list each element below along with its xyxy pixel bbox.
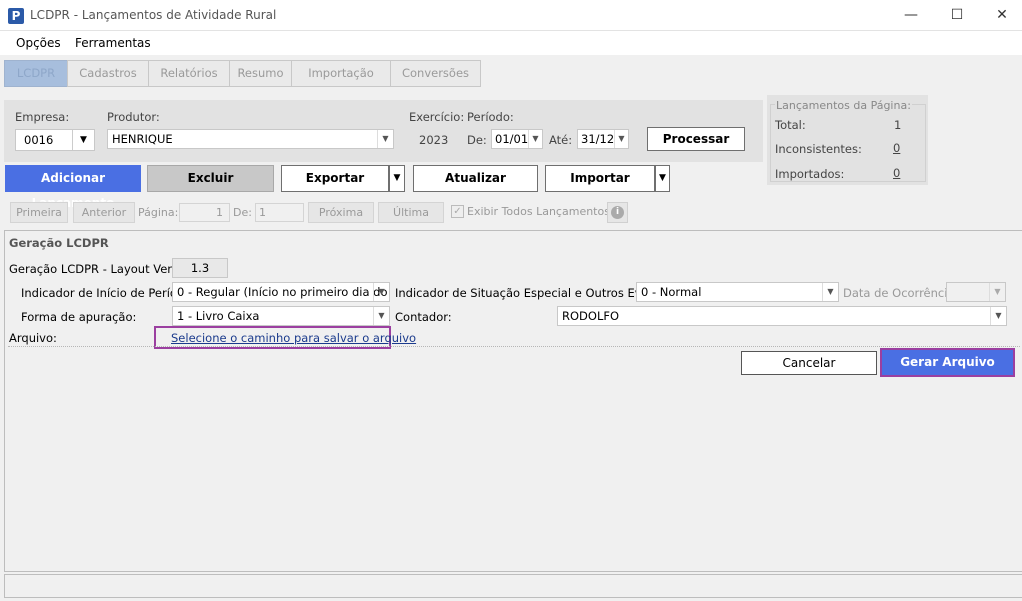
- indicador-situacao-select[interactable]: 0 - Normal ▼: [636, 282, 839, 302]
- versao-label: Geração LCDPR - Layout Versão:: [9, 262, 196, 276]
- tab-relatorios[interactable]: Relatórios: [148, 60, 230, 87]
- stats-total-value: 1: [894, 118, 902, 132]
- versao-field: 1.3: [172, 258, 228, 278]
- produtor-value: HENRIQUE: [112, 132, 173, 146]
- ate-date-value: 31/12: [581, 132, 615, 146]
- atualizar-button[interactable]: Atualizar: [413, 165, 538, 192]
- contador-select[interactable]: RODOLFO ▼: [557, 306, 1007, 326]
- importar-button[interactable]: Importar: [545, 165, 655, 192]
- forma-apuracao-value: 1 - Livro Caixa: [177, 309, 260, 323]
- exercicio-value: 2023: [419, 133, 449, 147]
- indicador-situacao-label: Indicador de Situação Especial e Outros …: [395, 286, 678, 300]
- indicador-situacao-value: 0 - Normal: [641, 285, 702, 299]
- empresa-value: 0016: [24, 133, 54, 147]
- empresa-dropdown-icon[interactable]: ▼: [72, 130, 94, 150]
- cancelar-button[interactable]: Cancelar: [741, 351, 877, 375]
- exibir-todos-label: Exibir Todos Lançamentos: [467, 205, 610, 218]
- menu-bar: [0, 31, 1022, 55]
- de-date-select[interactable]: 01/01 ▼: [491, 129, 543, 149]
- window-title: LCDPR - Lançamentos de Atividade Rural: [30, 8, 277, 22]
- adicionar-lancamento-button[interactable]: Adicionar Lançamento: [5, 165, 141, 210]
- info-icon: i: [611, 206, 624, 219]
- ate-label: Até:: [549, 133, 573, 147]
- geracao-header: Geração LCDPR: [9, 236, 109, 250]
- excluir-button[interactable]: Excluir: [147, 165, 274, 192]
- tab-lcdpr[interactable]: LCDPR: [4, 60, 68, 87]
- pagina-label: Página:: [138, 206, 179, 219]
- arquivo-label: Arquivo:: [9, 331, 57, 345]
- stats-inconsistentes-link[interactable]: 0: [893, 141, 900, 155]
- importar-dropdown-icon[interactable]: ▼: [655, 165, 670, 192]
- forma-apuracao-select[interactable]: 1 - Livro Caixa ▼: [172, 306, 390, 326]
- tab-importacao[interactable]: Importação: [291, 60, 391, 87]
- exibir-todos-checkbox[interactable]: ✓: [451, 205, 464, 218]
- geracao-panel: [4, 230, 1022, 572]
- de-pagina-label: De:: [233, 206, 252, 219]
- anterior-button[interactable]: Anterior: [73, 202, 135, 223]
- menu-opcoes[interactable]: Opções: [16, 36, 61, 50]
- empresa-label: Empresa:: [15, 110, 70, 124]
- contador-dropdown-icon[interactable]: ▼: [990, 307, 1006, 325]
- produtor-dropdown-icon[interactable]: ▼: [377, 130, 393, 148]
- de-pagina-field: 1: [255, 203, 304, 222]
- primeira-button[interactable]: Primeira: [10, 202, 68, 223]
- minimize-button[interactable]: —: [888, 0, 934, 31]
- ate-date-select[interactable]: 31/12 ▼: [577, 129, 629, 149]
- exportar-button[interactable]: Exportar: [281, 165, 389, 192]
- stats-importados-link[interactable]: 0: [893, 166, 900, 180]
- tab-conversoes[interactable]: Conversões: [390, 60, 481, 87]
- data-ocorrencia-label: Data de Ocorrência:: [843, 286, 959, 300]
- processar-button[interactable]: Processar: [647, 127, 745, 151]
- pagina-field[interactable]: 1: [179, 203, 230, 222]
- data-ocorrencia-dropdown-icon[interactable]: ▼: [989, 283, 1005, 301]
- indicador-inicio-select[interactable]: 0 - Regular (Início no primeiro dia do a…: [172, 282, 390, 317]
- tab-resumo[interactable]: Resumo: [229, 60, 292, 87]
- empresa-select[interactable]: 0016 ▼: [15, 129, 95, 151]
- stats-total-label: Total:: [775, 118, 806, 132]
- status-bar: [4, 574, 1022, 598]
- forma-apuracao-label: Forma de apuração:: [21, 310, 137, 324]
- info-button[interactable]: i: [607, 202, 628, 223]
- stats-inconsistentes-label: Inconsistentes:: [775, 142, 862, 156]
- ate-dropdown-icon[interactable]: ▼: [614, 130, 628, 148]
- app-logo-icon: P: [8, 8, 24, 24]
- tab-cadastros[interactable]: Cadastros: [67, 60, 149, 87]
- proxima-button[interactable]: Próxima: [308, 202, 374, 223]
- periodo-label: Período:: [467, 110, 514, 124]
- arquivo-path-link[interactable]: Selecione o caminho para salvar o arquiv…: [171, 331, 416, 345]
- close-button[interactable]: ✕: [979, 0, 1022, 31]
- ultima-button[interactable]: Última: [378, 202, 444, 223]
- arquivo-divider: [8, 346, 1020, 347]
- produtor-select[interactable]: HENRIQUE ▼: [107, 129, 394, 149]
- maximize-button[interactable]: ☐: [934, 0, 980, 31]
- gerar-arquivo-button[interactable]: Gerar Arquivo: [882, 350, 1013, 375]
- stats-title: Lançamentos da Página:: [775, 99, 912, 112]
- contador-value: RODOLFO: [562, 309, 620, 323]
- de-date-value: 01/01: [495, 132, 529, 146]
- stats-importados-label: Importados:: [775, 167, 845, 181]
- de-dropdown-icon[interactable]: ▼: [528, 130, 542, 148]
- de-label: De:: [467, 133, 487, 147]
- contador-label: Contador:: [395, 310, 452, 324]
- indicador-inicio-label: Indicador de Início de Período:: [21, 286, 196, 300]
- indicador-situacao-dropdown-icon[interactable]: ▼: [822, 283, 838, 301]
- exportar-dropdown-icon[interactable]: ▼: [389, 165, 405, 192]
- exercicio-label: Exercício:: [409, 110, 465, 124]
- data-ocorrencia-select[interactable]: ▼: [946, 282, 1006, 302]
- forma-apuracao-dropdown-icon[interactable]: ▼: [373, 307, 389, 325]
- menu-ferramentas[interactable]: Ferramentas: [75, 36, 151, 50]
- produtor-label: Produtor:: [107, 110, 160, 124]
- indicador-inicio-dropdown-icon[interactable]: ▼: [373, 283, 389, 301]
